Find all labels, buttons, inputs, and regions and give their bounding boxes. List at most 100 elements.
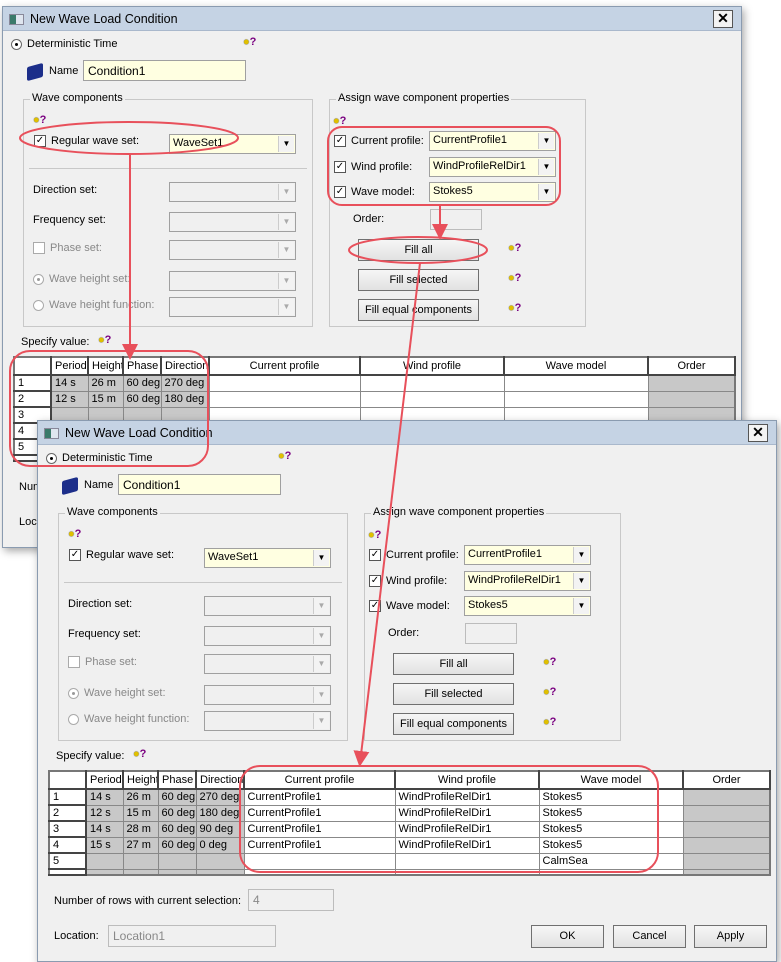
table-cell[interactable]: [503, 390, 649, 408]
column-header[interactable]: [13, 356, 52, 376]
table-cell[interactable]: CurrentProfile1: [243, 836, 396, 854]
mode-radio[interactable]: Deterministic Time: [11, 38, 117, 50]
column-header[interactable]: Wave model: [503, 356, 649, 376]
column-header[interactable]: Current profile: [208, 356, 361, 376]
help-hint-icon[interactable]: ●?: [508, 242, 521, 254]
column-header[interactable]: Period: [50, 356, 89, 376]
checkbox-icon[interactable]: ✓: [369, 600, 381, 613]
table-cell[interactable]: CurrentProfile1: [243, 788, 396, 806]
column-header[interactable]: Wind profile: [394, 770, 540, 790]
column-header[interactable]: Height: [87, 356, 124, 376]
column-header[interactable]: Height: [122, 770, 159, 790]
current-profile-checkbox[interactable]: ✓ Current profile:: [334, 135, 424, 148]
name-input[interactable]: Condition1: [83, 60, 246, 81]
table-cell[interactable]: [359, 374, 505, 392]
table-cell[interactable]: CalmSea: [538, 852, 684, 870]
wind-profile-combo[interactable]: WindProfileRelDir1 ▼: [464, 571, 591, 591]
radio-icon[interactable]: [46, 452, 57, 464]
table-cell[interactable]: Stokes5: [538, 836, 684, 854]
table-cell[interactable]: Stokes5: [538, 820, 684, 838]
help-hint-icon[interactable]: ●?: [98, 334, 111, 346]
wind-profile-combo[interactable]: WindProfileRelDir1 ▼: [429, 157, 556, 177]
name-input[interactable]: Condition1: [118, 474, 281, 495]
help-hint-icon[interactable]: ●?: [368, 529, 381, 541]
fill-equal-button[interactable]: Fill equal components: [358, 299, 479, 321]
wave-components-table[interactable]: Period Height Phase Direction Current profil…: [48, 770, 771, 876]
column-header[interactable]: Current profile: [243, 770, 396, 790]
column-header[interactable]: Order: [682, 770, 771, 790]
current-profile-checkbox[interactable]: ✓ Current profile:: [369, 549, 459, 562]
mode-radio[interactable]: Deterministic Time: [46, 452, 152, 464]
column-header[interactable]: Wind profile: [359, 356, 505, 376]
chevron-down-icon[interactable]: ▼: [313, 550, 329, 566]
table-cell[interactable]: CurrentProfile1: [243, 820, 396, 838]
table-cell[interactable]: WindProfileRelDir1: [394, 804, 540, 822]
table-cell[interactable]: [208, 374, 361, 392]
checkbox-icon[interactable]: ✓: [369, 549, 381, 562]
column-header[interactable]: Wave model: [538, 770, 684, 790]
close-button[interactable]: ✕: [748, 424, 768, 442]
checkbox-icon[interactable]: ✓: [69, 549, 81, 562]
checkbox-icon[interactable]: ✓: [334, 161, 346, 174]
table-cell[interactable]: Stokes5: [538, 804, 684, 822]
help-hint-icon[interactable]: ●?: [33, 114, 46, 126]
regular-wave-set-checkbox[interactable]: ✓ Regular wave set:: [69, 549, 174, 562]
help-hint-icon[interactable]: ●?: [278, 450, 291, 462]
ok-button[interactable]: OK: [531, 925, 604, 948]
wind-profile-checkbox[interactable]: ✓ Wind profile:: [369, 575, 447, 588]
fill-all-button[interactable]: Fill all: [358, 239, 479, 261]
column-header[interactable]: Direction: [160, 356, 210, 376]
help-hint-icon[interactable]: ●?: [133, 748, 146, 760]
table-row[interactable]: 2 12 s 15 m 60 deg 180 deg: [13, 390, 736, 408]
table-cell[interactable]: [503, 374, 649, 392]
fill-equal-button[interactable]: Fill equal components: [393, 713, 514, 735]
fill-selected-button[interactable]: Fill selected: [393, 683, 514, 705]
column-header[interactable]: Order: [647, 356, 736, 376]
chevron-down-icon[interactable]: ▼: [538, 159, 554, 175]
help-hint-icon[interactable]: ●?: [243, 36, 256, 48]
table-row[interactable]: 2 12 s 15 m 60 deg 180 deg CurrentProfile1 Win…: [48, 804, 771, 822]
column-header[interactable]: Direction: [195, 770, 245, 790]
column-header[interactable]: Phase: [122, 356, 162, 376]
wave-model-combo[interactable]: Stokes5 ▼: [464, 596, 591, 616]
table-row[interactable]: 1 14 s 26 m 60 deg 270 deg CurrentProfile1 Win…: [48, 788, 771, 806]
table-cell[interactable]: [208, 390, 361, 408]
checkbox-icon[interactable]: ✓: [34, 135, 46, 148]
table-row[interactable]: 4 15 s 27 m 60 deg 0 deg CurrentProfile1 WindP…: [48, 836, 771, 854]
table-cell[interactable]: WindProfileRelDir1: [394, 788, 540, 806]
column-header[interactable]: Phase: [157, 770, 197, 790]
current-profile-combo[interactable]: CurrentProfile1 ▼: [429, 131, 556, 151]
checkbox-icon[interactable]: ✓: [334, 135, 346, 148]
table-cell[interactable]: Stokes5: [538, 788, 684, 806]
radio-icon[interactable]: [11, 38, 22, 50]
current-profile-combo[interactable]: CurrentProfile1 ▼: [464, 545, 591, 565]
chevron-down-icon[interactable]: ▼: [573, 573, 589, 589]
help-hint-icon[interactable]: ●?: [508, 272, 521, 284]
wind-profile-checkbox[interactable]: ✓ Wind profile:: [334, 161, 412, 174]
table-row[interactable]: 1 14 s 26 m 60 deg 270 deg: [13, 374, 736, 392]
table-cell[interactable]: WindProfileRelDir1: [394, 836, 540, 854]
help-hint-icon[interactable]: ●?: [543, 686, 556, 698]
wave-model-checkbox[interactable]: ✓ Wave model:: [334, 186, 415, 199]
table-row[interactable]: 3 14 s 28 m 60 deg 90 deg CurrentProfile1 Wind…: [48, 820, 771, 838]
help-hint-icon[interactable]: ●?: [333, 115, 346, 127]
fill-selected-button[interactable]: Fill selected: [358, 269, 479, 291]
chevron-down-icon[interactable]: ▼: [573, 547, 589, 563]
wave-model-combo[interactable]: Stokes5 ▼: [429, 182, 556, 202]
help-hint-icon[interactable]: ●?: [508, 302, 521, 314]
help-hint-icon[interactable]: ●?: [543, 716, 556, 728]
help-hint-icon[interactable]: ●?: [68, 528, 81, 540]
table-row[interactable]: 5 CalmSea: [48, 852, 771, 870]
checkbox-icon[interactable]: ✓: [334, 186, 346, 199]
table-cell[interactable]: CurrentProfile1: [243, 804, 396, 822]
regular-wave-set-combo[interactable]: WaveSet1 ▼: [204, 548, 331, 568]
chevron-down-icon[interactable]: ▼: [573, 598, 589, 614]
apply-button[interactable]: Apply: [694, 925, 767, 948]
wave-model-checkbox[interactable]: ✓ Wave model:: [369, 600, 450, 613]
close-button[interactable]: ✕: [713, 10, 733, 28]
chevron-down-icon[interactable]: ▼: [278, 136, 294, 152]
chevron-down-icon[interactable]: ▼: [538, 133, 554, 149]
regular-wave-set-combo[interactable]: WaveSet1 ▼: [169, 134, 296, 154]
help-hint-icon[interactable]: ●?: [543, 656, 556, 668]
chevron-down-icon[interactable]: ▼: [538, 184, 554, 200]
